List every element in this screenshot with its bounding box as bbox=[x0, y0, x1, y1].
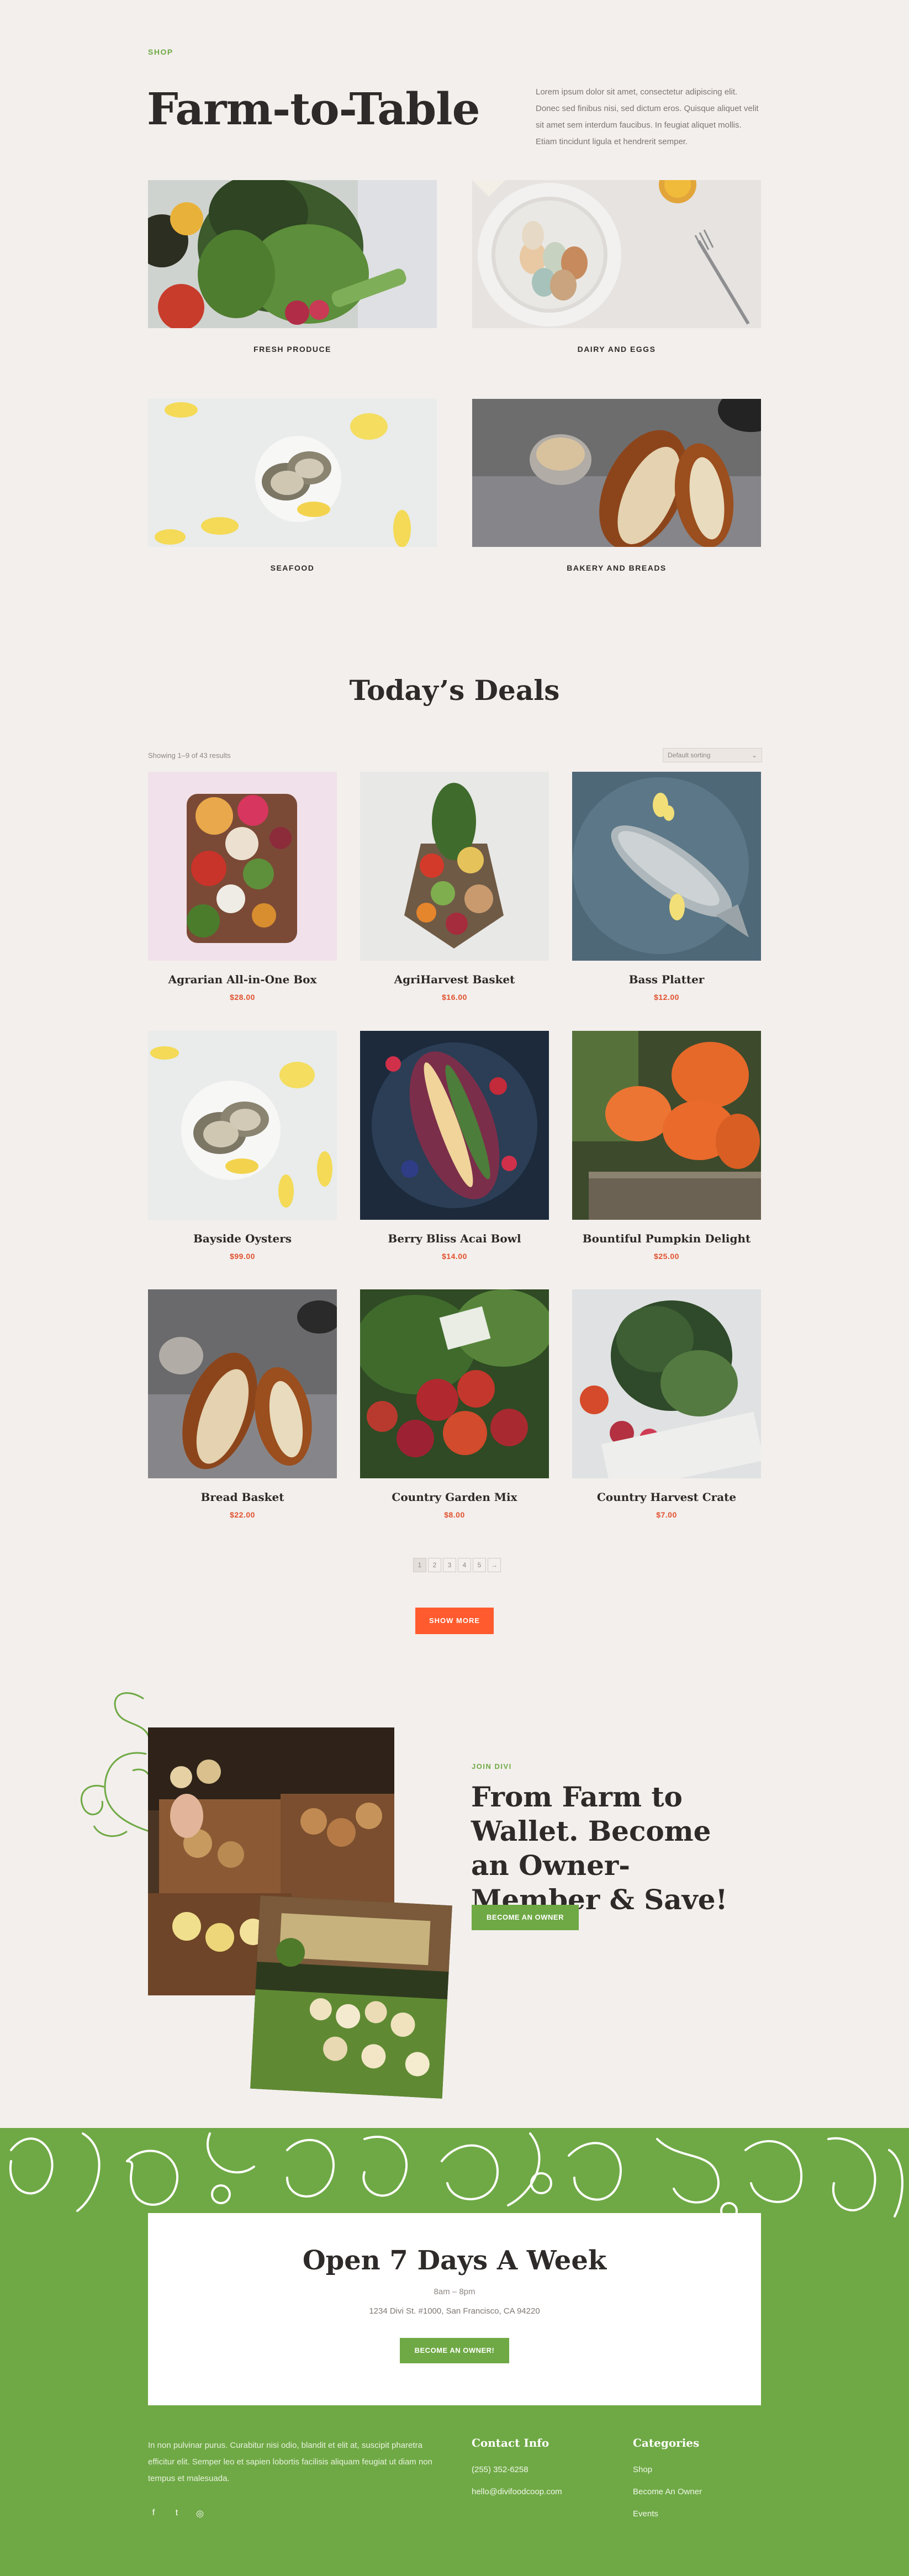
category-label[interactable]: DAIRY AND EGGS bbox=[472, 345, 761, 354]
product-image[interactable] bbox=[148, 1289, 337, 1478]
shop-eyebrow: SHOP bbox=[148, 48, 173, 56]
category-fresh-produce[interactable]: FRESH PRODUCE bbox=[148, 180, 437, 354]
product-price: $8.00 bbox=[444, 1510, 465, 1519]
product-card[interactable]: AgriHarvest Basket $16.00 bbox=[360, 772, 549, 1002]
result-count: Showing 1–9 of 43 results bbox=[148, 751, 231, 760]
footer-link-shop[interactable]: Shop bbox=[633, 2465, 652, 2474]
social-links: f t ◎ bbox=[148, 2508, 205, 2519]
dairy-eggs-image[interactable] bbox=[472, 180, 761, 328]
product-image[interactable] bbox=[360, 1289, 549, 1478]
product-image[interactable] bbox=[572, 772, 761, 961]
page-link[interactable]: 5 bbox=[473, 1558, 486, 1572]
footer-link-events[interactable]: Events bbox=[633, 2509, 658, 2519]
category-bakery[interactable]: BAKERY AND BREADS bbox=[472, 399, 761, 572]
page-title: Farm-to-Table bbox=[147, 83, 480, 135]
product-image[interactable] bbox=[148, 1031, 337, 1220]
market-eggs-image bbox=[250, 1895, 452, 2099]
product-image[interactable] bbox=[572, 1289, 761, 1478]
join-eyebrow: JOIN DIVI bbox=[472, 1762, 512, 1771]
product-name[interactable]: Bass Platter bbox=[572, 973, 761, 986]
product-name[interactable]: Agrarian All-in-One Box bbox=[148, 973, 337, 986]
page-link-current[interactable]: 1 bbox=[413, 1558, 426, 1572]
facebook-icon[interactable]: f bbox=[148, 2508, 159, 2519]
page-link[interactable]: 2 bbox=[428, 1558, 441, 1572]
product-price: $28.00 bbox=[230, 993, 255, 1002]
next-page-arrow-icon[interactable]: → bbox=[488, 1558, 501, 1572]
seafood-image[interactable] bbox=[148, 399, 437, 547]
product-name[interactable]: Berry Bliss Acai Bowl bbox=[360, 1232, 549, 1245]
become-owner-button-footer[interactable]: BECOME AN OWNER! bbox=[400, 2338, 509, 2363]
product-image[interactable] bbox=[360, 1031, 549, 1220]
product-card[interactable]: Agrarian All-in-One Box $28.00 bbox=[148, 772, 337, 1002]
category-label[interactable]: BAKERY AND BREADS bbox=[472, 563, 761, 572]
twitter-icon[interactable]: t bbox=[171, 2508, 182, 2519]
join-title: From Farm to Wallet. Become an Owner-Mem… bbox=[471, 1780, 728, 1916]
product-price: $16.00 bbox=[442, 993, 467, 1002]
category-label[interactable]: SEAFOOD bbox=[148, 563, 437, 572]
chevron-down-icon: ⌄ bbox=[751, 751, 757, 759]
category-seafood[interactable]: SEAFOOD bbox=[148, 399, 437, 572]
product-price: $12.00 bbox=[654, 993, 679, 1002]
categories-heading: Categories bbox=[633, 2436, 700, 2449]
product-name[interactable]: Country Harvest Crate bbox=[572, 1490, 761, 1504]
show-more-button[interactable]: SHOW MORE bbox=[415, 1608, 494, 1634]
store-address: 1234 Divi St. #1000, San Francisco, CA 9… bbox=[369, 2306, 540, 2316]
contact-email[interactable]: hello@divifoodcoop.com bbox=[472, 2487, 562, 2496]
product-card[interactable]: Bread Basket $22.00 bbox=[148, 1289, 337, 1519]
category-dairy-eggs[interactable]: DAIRY AND EGGS bbox=[472, 180, 761, 354]
product-name[interactable]: Country Garden Mix bbox=[360, 1490, 549, 1504]
product-price: $25.00 bbox=[654, 1252, 679, 1261]
footer-about-text: In non pulvinar purus. Curabitur nisi od… bbox=[148, 2441, 432, 2483]
product-name[interactable]: AgriHarvest Basket bbox=[360, 973, 549, 986]
instagram-icon[interactable]: ◎ bbox=[194, 2508, 205, 2519]
product-name[interactable]: Bayside Oysters bbox=[148, 1232, 337, 1245]
fresh-produce-image[interactable] bbox=[148, 180, 437, 328]
page-link[interactable]: 3 bbox=[443, 1558, 456, 1572]
become-owner-button[interactable]: BECOME AN OWNER bbox=[472, 1905, 579, 1930]
product-price: $7.00 bbox=[656, 1510, 677, 1519]
product-image[interactable] bbox=[148, 772, 337, 961]
deals-title: Today’s Deals bbox=[349, 674, 560, 707]
product-card[interactable]: Country Harvest Crate $7.00 bbox=[572, 1289, 761, 1519]
product-card[interactable]: Bayside Oysters $99.00 bbox=[148, 1031, 337, 1261]
product-image[interactable] bbox=[572, 1031, 761, 1220]
open-hours-card: Open 7 Days A Week 8am – 8pm 1234 Divi S… bbox=[148, 2213, 761, 2405]
product-name[interactable]: Bread Basket bbox=[148, 1490, 337, 1504]
product-card[interactable]: Bountiful Pumpkin Delight $25.00 bbox=[572, 1031, 761, 1261]
sort-select-value: Default sorting bbox=[668, 751, 711, 759]
product-price: $99.00 bbox=[230, 1252, 255, 1261]
opening-hours: 8am – 8pm bbox=[434, 2287, 475, 2296]
product-card[interactable]: Berry Bliss Acai Bowl $14.00 bbox=[360, 1031, 549, 1261]
product-price: $22.00 bbox=[230, 1510, 255, 1519]
page-link[interactable]: 4 bbox=[458, 1558, 471, 1572]
footer-link-become-owner[interactable]: Become An Owner bbox=[633, 2487, 702, 2496]
contact-heading: Contact Info bbox=[472, 2436, 549, 2449]
product-card[interactable]: Country Garden Mix $8.00 bbox=[360, 1289, 549, 1519]
pagination: 1 2 3 4 5 → bbox=[413, 1558, 501, 1572]
open-title: Open 7 Days A Week bbox=[302, 2245, 607, 2276]
product-price: $14.00 bbox=[442, 1252, 467, 1261]
product-card[interactable]: Bass Platter $12.00 bbox=[572, 772, 761, 1002]
product-name[interactable]: Bountiful Pumpkin Delight bbox=[572, 1232, 761, 1245]
contact-phone[interactable]: (255) 352-6258 bbox=[472, 2465, 529, 2474]
shop-intro-text: Lorem ipsum dolor sit amet, consectetur … bbox=[536, 87, 759, 146]
sort-select[interactable]: Default sorting ⌄ bbox=[663, 748, 762, 762]
vine-illustration-icon bbox=[80, 1692, 152, 1837]
product-image[interactable] bbox=[360, 772, 549, 961]
category-label[interactable]: FRESH PRODUCE bbox=[148, 345, 437, 354]
bakery-image[interactable] bbox=[472, 399, 761, 547]
